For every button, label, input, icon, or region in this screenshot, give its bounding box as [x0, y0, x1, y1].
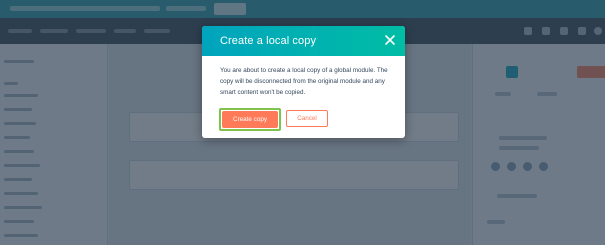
cancel-button[interactable]: Cancel	[286, 110, 328, 127]
create-copy-button[interactable]: Create copy	[222, 111, 278, 128]
dialog-body: You are about to create a local copy of …	[202, 56, 405, 98]
dialog-actions: Create copy Cancel	[219, 108, 328, 131]
dialog-title: Create a local copy	[220, 35, 317, 47]
local-copy-dialog: Create a local copy You are about to cre…	[202, 26, 405, 138]
dialog-header: Create a local copy	[202, 26, 405, 56]
focus-ring: Create copy	[219, 108, 281, 131]
close-icon[interactable]	[384, 34, 396, 46]
dialog-message: You are about to create a local copy of …	[220, 67, 388, 96]
